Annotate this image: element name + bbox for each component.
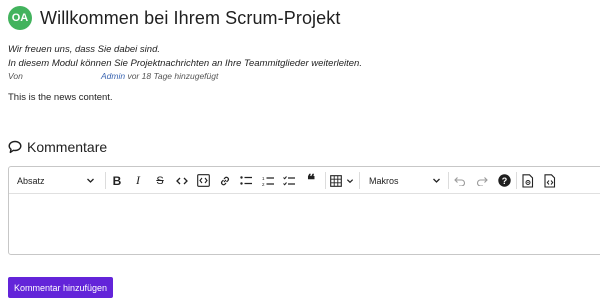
macros-select-label: Makros	[369, 175, 399, 186]
bulleted-list-icon[interactable]	[237, 167, 255, 194]
comment-text-area[interactable]	[9, 194, 600, 254]
svg-text:1: 1	[262, 176, 265, 181]
code-block-icon[interactable]	[194, 167, 212, 194]
author-link[interactable]: Admin	[101, 71, 125, 81]
link-icon[interactable]	[216, 167, 234, 194]
avatar: OA	[8, 6, 32, 30]
add-comment-button[interactable]: Kommentar hinzufügen	[8, 277, 113, 298]
inline-code-icon[interactable]	[173, 167, 191, 194]
help-icon[interactable]: ?	[495, 167, 513, 194]
toolbar-separator	[516, 172, 517, 189]
speech-bubble-icon	[8, 140, 22, 154]
summary-line-2: In diesem Modul können Sie Projektnachri…	[8, 58, 362, 69]
paragraph-select-label: Absatz	[17, 175, 45, 186]
toolbar-separator	[105, 172, 106, 189]
source-icon[interactable]	[541, 167, 559, 194]
comment-editor: Absatz B I S 12 ❝ Makros ?	[8, 166, 600, 255]
toolbar-separator	[359, 172, 360, 189]
italic-icon[interactable]: I	[130, 167, 146, 194]
todo-list-icon[interactable]	[280, 167, 298, 194]
page-title: Willkommen bei Ihrem Scrum-Projekt	[40, 7, 341, 28]
paragraph-select[interactable]: Absatz	[11, 167, 101, 194]
preview-icon[interactable]	[519, 167, 537, 194]
toolbar-separator	[325, 172, 326, 189]
blockquote-icon[interactable]: ❝	[302, 167, 320, 194]
news-content: This is the news content.	[8, 92, 113, 103]
strikethrough-icon[interactable]: S	[152, 167, 168, 194]
comments-heading: Kommentare	[8, 139, 107, 155]
summary-line-1: Wir freuen uns, dass Sie dabei sind.	[8, 44, 160, 55]
author-line: Von Admin vor 18 Tage hinzugefügt	[8, 71, 218, 81]
added-time: vor 18 Tage hinzugefügt	[125, 71, 219, 81]
chevron-down-icon	[86, 176, 95, 185]
redo-icon[interactable]	[473, 167, 491, 194]
news-summary: Wir freuen uns, dass Sie dabei sind. In …	[8, 43, 362, 71]
chevron-down-icon	[432, 176, 441, 185]
editor-toolbar: Absatz B I S 12 ❝ Makros ?	[9, 167, 600, 194]
numbered-list-icon[interactable]: 12	[259, 167, 277, 194]
comments-heading-label: Kommentare	[27, 139, 108, 155]
page-header: OA Willkommen bei Ihrem Scrum-Projekt	[8, 6, 340, 30]
toolbar-separator	[448, 172, 449, 189]
macros-select[interactable]: Makros	[363, 167, 445, 194]
author-label: Von	[8, 71, 23, 81]
svg-text:2: 2	[262, 182, 265, 187]
undo-icon[interactable]	[451, 167, 469, 194]
bold-icon[interactable]: B	[109, 167, 125, 194]
table-icon[interactable]	[330, 167, 354, 194]
svg-text:?: ?	[501, 176, 507, 186]
